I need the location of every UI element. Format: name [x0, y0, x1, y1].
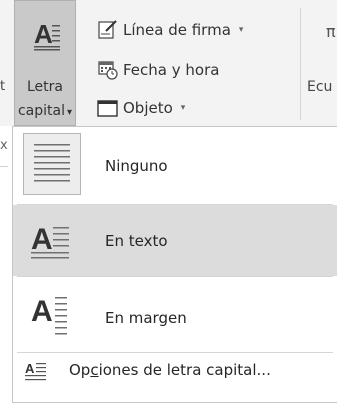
object-label: Objeto — [123, 99, 173, 117]
ribbon: t A Letra capital ▾ Línea de firma ▾ Fec… — [0, 0, 337, 126]
menu-item-dropcap-options[interactable]: A Opciones de letra capital... — [13, 353, 337, 402]
date-time-label: Fecha y hora — [123, 61, 220, 79]
menu-item-in-margin[interactable]: A En margen — [13, 277, 337, 352]
calendar-clock-icon — [97, 59, 119, 81]
svg-text:A: A — [25, 361, 35, 376]
chevron-down-icon: ▾ — [66, 107, 73, 118]
equation-button-label[interactable]: Ecu — [307, 79, 332, 95]
menu-item-none[interactable]: Ninguno — [13, 127, 337, 204]
dropcap-label-line2: capital ▾ — [17, 103, 73, 119]
object-button[interactable]: Objeto ▾ — [97, 96, 185, 120]
menu-item-label: Ninguno — [105, 157, 168, 175]
chevron-down-icon: ▾ — [238, 25, 244, 35]
divider — [0, 166, 8, 167]
chevron-down-icon: ▾ — [180, 103, 186, 113]
dropcap-button[interactable]: A Letra capital ▾ — [14, 0, 76, 126]
dropcap-options-icon: A — [25, 360, 47, 386]
object-icon — [97, 97, 119, 119]
dropcap-label-line1: Letra — [27, 79, 63, 95]
equation-icon: π — [326, 22, 336, 41]
dropcap-none-icon — [23, 133, 81, 195]
clipped-label-below: x — [0, 138, 8, 153]
date-time-button[interactable]: Fecha y hora — [97, 58, 219, 82]
signature-line-button[interactable]: Línea de firma ▾ — [97, 18, 243, 42]
dropcap-in-text-icon: A — [23, 211, 81, 273]
menu-item-in-text[interactable]: A En texto — [13, 205, 337, 276]
dropcap-icon: A — [34, 19, 60, 55]
signature-icon — [97, 19, 119, 41]
svg-text:A: A — [34, 21, 53, 49]
menu-item-label: En texto — [105, 232, 168, 250]
svg-text:A: A — [31, 223, 53, 256]
dropcap-menu: Ninguno A En texto A En margen A Opcione… — [12, 126, 337, 403]
ribbon-group-divider — [300, 8, 301, 120]
signature-line-label: Línea de firma — [123, 21, 231, 39]
dropcap-in-margin-icon: A — [23, 283, 81, 345]
svg-text:A: A — [31, 295, 53, 328]
clipped-label-left: t — [0, 79, 6, 94]
dropcap-options-label: Opciones de letra capital... — [69, 361, 271, 379]
menu-item-label: En margen — [105, 309, 187, 327]
